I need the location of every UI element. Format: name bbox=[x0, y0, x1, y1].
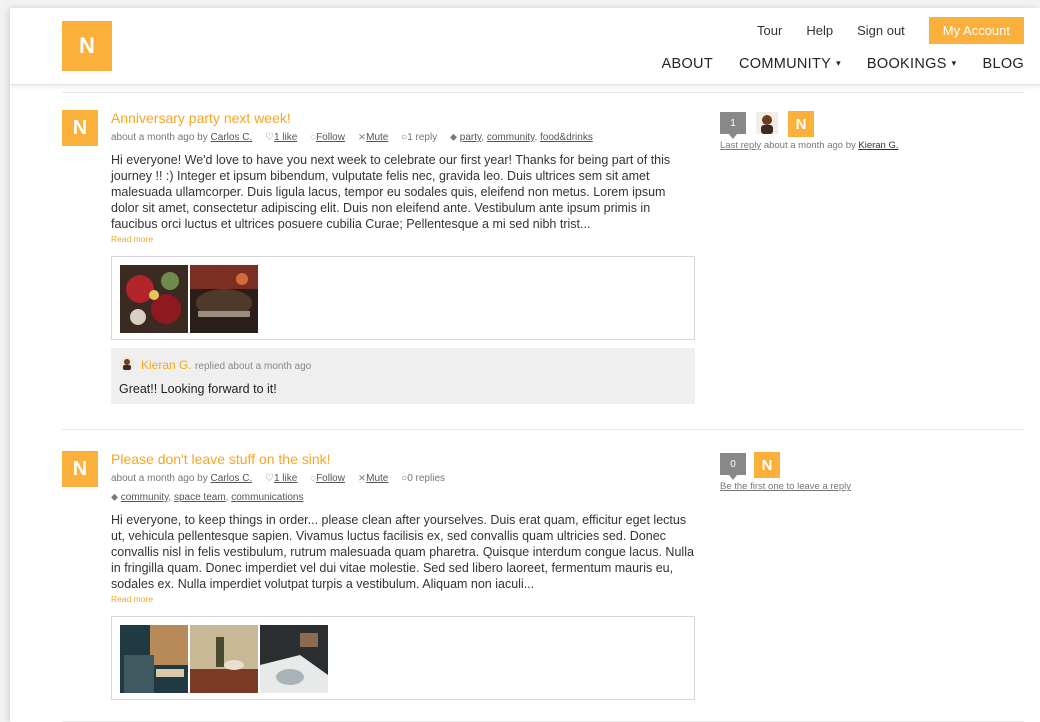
help-link[interactable]: Help bbox=[806, 23, 833, 38]
read-more-link[interactable]: Read more bbox=[111, 594, 695, 604]
last-reply-info: Last reply about a month ago by Kieran G… bbox=[720, 140, 899, 151]
reply-count: 1 reply bbox=[407, 132, 438, 143]
follow-link[interactable]: Follow bbox=[316, 132, 345, 143]
post-title[interactable]: Please don't leave stuff on the sink! bbox=[111, 451, 695, 468]
reply-card: Kieran G. replied about a month ago Grea… bbox=[111, 348, 695, 404]
caret-down-icon: ▾ bbox=[836, 58, 841, 68]
tag-link[interactable]: space team bbox=[174, 492, 226, 503]
user-avatar-icon bbox=[120, 357, 134, 371]
post-content: Anniversary party next week! about a mon… bbox=[111, 110, 695, 404]
last-reply-author-link[interactable]: Kieran G. bbox=[858, 140, 898, 151]
tag-link[interactable]: party bbox=[460, 132, 482, 143]
gallery-thumbnail[interactable] bbox=[260, 625, 328, 693]
last-reply-text: about a month ago by bbox=[763, 140, 856, 151]
post-avatar: N bbox=[62, 451, 98, 487]
nav-community-label: COMMUNITY bbox=[738, 56, 832, 72]
post-meta-prefix: about a month ago by bbox=[111, 132, 208, 143]
my-account-button[interactable]: My Account bbox=[928, 17, 1024, 44]
site-header: N Tour Help Sign out My Account ABOUT CO… bbox=[10, 8, 1040, 85]
gallery-thumbnail[interactable] bbox=[190, 265, 258, 333]
gallery-thumbnail[interactable] bbox=[120, 625, 188, 693]
mute-link[interactable]: Mute bbox=[366, 132, 388, 143]
tag-link[interactable]: food&drinks bbox=[540, 132, 593, 143]
nav-bookings-label: BOOKINGS bbox=[866, 56, 947, 72]
post-meta: about a month ago by Carlos C. ♡1 like ◌… bbox=[111, 132, 593, 143]
author-link[interactable]: Carlos C. bbox=[211, 132, 253, 143]
reply-author[interactable]: Kieran G. bbox=[141, 358, 192, 372]
last-reply-link[interactable]: Last reply bbox=[720, 140, 761, 151]
mute-link[interactable]: Mute bbox=[366, 473, 388, 484]
heart-icon: ♡ bbox=[265, 132, 274, 143]
post-content: Please don't leave stuff on the sink! ab… bbox=[111, 451, 695, 700]
tag-link[interactable]: community bbox=[487, 132, 535, 143]
nav-about-label: ABOUT bbox=[661, 56, 713, 72]
reply-meta: replied about a month ago bbox=[195, 361, 312, 372]
tag-link[interactable]: communications bbox=[231, 492, 303, 503]
tour-link[interactable]: Tour bbox=[757, 23, 782, 38]
gallery-thumbnail[interactable] bbox=[190, 625, 258, 693]
heart-icon: ♡ bbox=[265, 473, 274, 484]
side-avatar: N bbox=[754, 452, 780, 478]
reply-count-badge: 0 bbox=[720, 453, 746, 480]
image-gallery bbox=[111, 256, 695, 340]
gallery-thumbnail[interactable] bbox=[120, 265, 188, 333]
tag-link[interactable]: community bbox=[121, 492, 169, 503]
reply-count-badge: 1 bbox=[720, 112, 746, 139]
nav-about[interactable]: ABOUT bbox=[662, 56, 713, 72]
read-more-link[interactable]: Read more bbox=[111, 234, 695, 244]
main-nav: ABOUT COMMUNITY ▾ BOOKINGS ▾ BLOG bbox=[636, 56, 1024, 72]
side-avatar: N bbox=[788, 111, 814, 137]
app-frame: N Tour Help Sign out My Account ABOUT CO… bbox=[10, 8, 1040, 722]
first-reply-link[interactable]: Be the first one to leave a reply bbox=[720, 481, 851, 492]
post-title[interactable]: Anniversary party next week! bbox=[111, 110, 695, 127]
author-link[interactable]: Carlos C. bbox=[211, 473, 253, 484]
like-link[interactable]: 1 like bbox=[274, 132, 297, 143]
post-tags: ⬥ community, space team, communications bbox=[111, 492, 304, 503]
image-gallery bbox=[111, 616, 695, 700]
sign-out-link[interactable]: Sign out bbox=[857, 23, 905, 38]
post-meta-prefix: about a month ago by bbox=[111, 473, 208, 484]
logo[interactable]: N bbox=[62, 21, 112, 71]
nav-bookings[interactable]: BOOKINGS ▾ bbox=[867, 56, 957, 72]
post-avatar: N bbox=[62, 110, 98, 146]
nav-blog[interactable]: BLOG bbox=[983, 56, 1025, 72]
like-link[interactable]: 1 like bbox=[274, 473, 297, 484]
reply-count: 0 replies bbox=[407, 473, 446, 484]
tag-icon: ⬥ bbox=[450, 132, 457, 143]
mute-icon: ⨯ bbox=[357, 132, 367, 143]
reply-text: Great!! Looking forward to it! bbox=[119, 382, 277, 396]
mute-icon: ⨯ bbox=[357, 473, 367, 484]
follow-link[interactable]: Follow bbox=[316, 473, 345, 484]
first-reply-info: Be the first one to leave a reply bbox=[720, 481, 851, 492]
divider bbox=[62, 429, 1024, 430]
post-body: Hi everyone, to keep things in order... … bbox=[111, 513, 694, 591]
tag-icon: ⬥ bbox=[111, 492, 118, 503]
post-body: Hi everyone! We'd love to have you next … bbox=[111, 153, 671, 231]
post-meta: about a month ago by Carlos C. ♡1 like ◌… bbox=[111, 472, 695, 485]
user-avatar-icon bbox=[756, 112, 778, 134]
nav-blog-label: BLOG bbox=[982, 56, 1024, 72]
nav-community[interactable]: COMMUNITY ▾ bbox=[739, 56, 841, 72]
divider bbox=[62, 92, 1024, 93]
caret-down-icon: ▾ bbox=[951, 58, 957, 68]
top-links: Tour Help Sign out My Account bbox=[733, 17, 1024, 44]
